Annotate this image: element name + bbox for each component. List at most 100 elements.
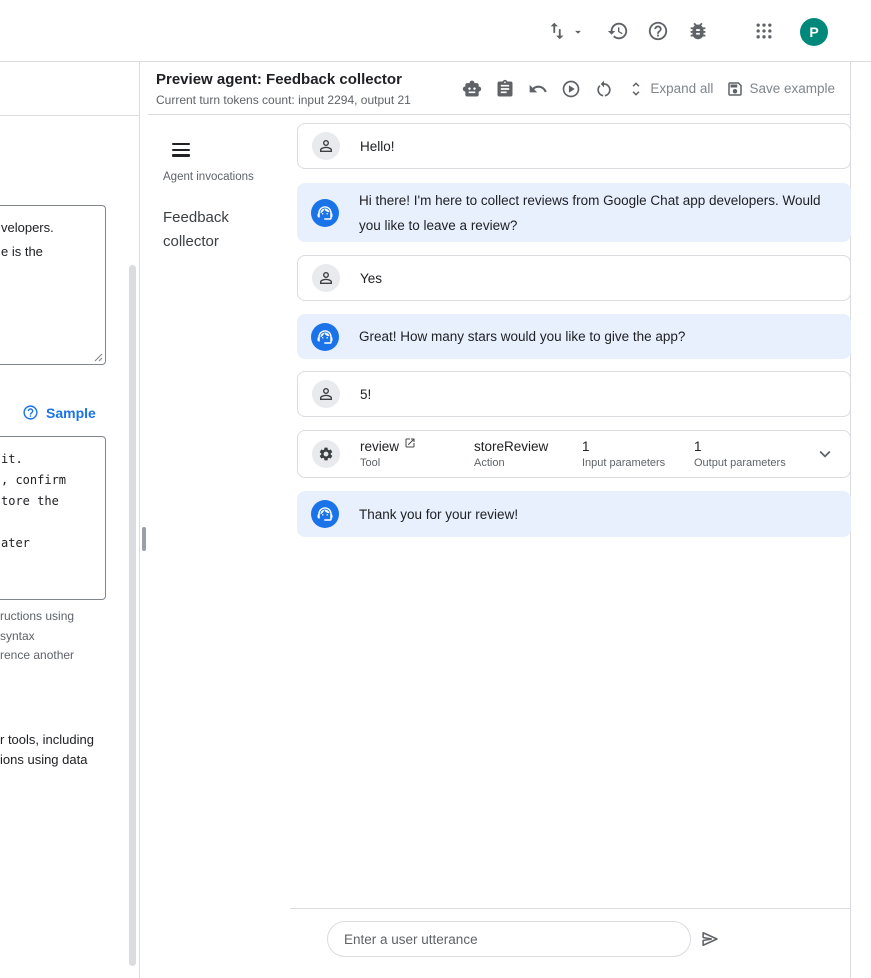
- action-name: storeReview: [474, 439, 582, 454]
- tool-name: review: [360, 439, 399, 454]
- play-button[interactable]: [561, 79, 581, 99]
- unfold-more-icon: [627, 80, 645, 98]
- tool-type-label: Tool: [360, 457, 474, 469]
- agent-settings-panel: velopers. e is the Sample it. , confirm …: [0, 62, 140, 978]
- hint-line: ructions using: [0, 607, 74, 627]
- history-icon: [607, 20, 629, 42]
- token-count-subtitle: Current turn tokens count: input 2294, o…: [156, 93, 411, 107]
- save-example-label: Save example: [749, 81, 835, 96]
- clipboard-icon: [495, 79, 515, 99]
- tools-note: r tools, including ions using data: [0, 730, 94, 770]
- expand-tool-button[interactable]: [814, 443, 836, 465]
- user-message: 5!: [297, 371, 851, 417]
- user-message: Hello!: [297, 123, 851, 169]
- input-params-count: 1: [582, 439, 694, 454]
- hint-line: rence another: [0, 646, 74, 666]
- input-divider: [290, 908, 851, 909]
- agent-avatar-icon: [311, 500, 339, 528]
- expand-all-label: Expand all: [650, 81, 713, 96]
- sample-link[interactable]: Sample: [46, 405, 96, 421]
- message-text: Hello!: [360, 134, 395, 159]
- message-text: Hi there! I'm here to collect reviews fr…: [359, 188, 827, 238]
- instruction-text-line: , confirm: [1, 470, 101, 491]
- panel-resize-handle[interactable]: [142, 527, 146, 551]
- app-window: P velopers. e is the Sample it. , confir…: [0, 0, 871, 978]
- save-icon: [726, 80, 744, 98]
- output-params-label: Output parameters: [694, 457, 814, 469]
- note-line: ions using data: [0, 750, 94, 770]
- tool-invocation-card[interactable]: review Tool storeReview Action 1: [297, 430, 851, 478]
- robot-icon: [462, 79, 482, 99]
- help-button[interactable]: [647, 20, 669, 42]
- undo-button[interactable]: [528, 79, 548, 99]
- tool-gear-icon: [312, 440, 340, 468]
- message-text: Great! How many stars would you like to …: [359, 324, 685, 349]
- user-avatar-icon: [312, 264, 340, 292]
- user-avatar-icon: [312, 132, 340, 160]
- input-params-label: Input parameters: [582, 457, 694, 469]
- open-tool-button[interactable]: [404, 437, 416, 449]
- send-button[interactable]: [699, 928, 721, 950]
- instruction-text-line: tore the: [1, 491, 101, 512]
- restart-button[interactable]: [594, 79, 614, 99]
- preview-header: Preview agent: Feedback collector Curren…: [148, 62, 850, 115]
- preview-title: Preview agent: Feedback collector: [156, 71, 402, 88]
- save-example-button[interactable]: Save example: [726, 80, 835, 98]
- instructions-textarea[interactable]: it. , confirm tore the ater: [0, 436, 106, 600]
- agent-message: Great! How many stars would you like to …: [297, 314, 851, 359]
- copy-conversation-button[interactable]: [495, 79, 515, 99]
- bug-report-button[interactable]: [687, 20, 709, 42]
- account-avatar[interactable]: P: [800, 18, 828, 46]
- hint-line: syntax: [0, 627, 74, 647]
- help-circle-icon: [22, 404, 39, 421]
- goal-text-line: e is the: [1, 240, 97, 264]
- agent-message: Thank you for your review!: [297, 491, 851, 537]
- history-button[interactable]: [607, 20, 629, 42]
- goal-text-line: velopers.: [1, 216, 97, 240]
- scrollbar-thumb[interactable]: [129, 265, 136, 966]
- agent-debug-button[interactable]: [462, 79, 482, 99]
- action-label: Action: [474, 457, 582, 469]
- user-avatar-icon: [312, 380, 340, 408]
- hamburger-icon: [172, 143, 190, 157]
- section-divider: [0, 115, 140, 116]
- import-export-button[interactable]: [546, 20, 568, 42]
- apps-grid-icon: [754, 21, 774, 41]
- menu-button[interactable]: [172, 143, 190, 157]
- output-params-count: 1: [694, 439, 814, 454]
- open-in-new-icon: [404, 437, 416, 449]
- restart-icon: [594, 79, 614, 99]
- message-text: Thank you for your review!: [359, 502, 518, 527]
- instruction-text-line: it.: [1, 449, 101, 470]
- topbar: P: [0, 0, 871, 62]
- agent-avatar-icon: [311, 323, 339, 351]
- instruction-text-line: ater: [1, 533, 101, 554]
- user-message: Yes: [297, 255, 851, 301]
- message-text: Yes: [360, 266, 382, 291]
- play-circle-icon: [561, 79, 581, 99]
- preview-panel: Preview agent: Feedback collector Curren…: [148, 62, 851, 978]
- preview-toolbar: Expand all Save example: [462, 62, 835, 115]
- goal-textarea[interactable]: velopers. e is the: [0, 205, 106, 365]
- chevron-down-icon: [814, 443, 836, 465]
- import-export-icon: [546, 20, 568, 42]
- invocations-heading: Agent invocations: [163, 171, 254, 183]
- undo-icon: [528, 79, 548, 99]
- message-text: 5!: [360, 382, 371, 407]
- utterance-input[interactable]: [327, 921, 691, 957]
- agent-avatar-icon: [311, 199, 339, 227]
- apps-grid-button[interactable]: [754, 21, 774, 41]
- sample-row: Sample: [22, 404, 96, 421]
- instruction-text-line: [1, 512, 101, 533]
- invocation-item-feedback-collector[interactable]: Feedback collector: [163, 206, 275, 254]
- agent-message: Hi there! I'm here to collect reviews fr…: [297, 183, 851, 242]
- instructions-hint: ructions using syntax rence another: [0, 607, 74, 666]
- send-icon: [699, 928, 721, 950]
- help-icon: [647, 20, 669, 42]
- import-export-dropdown-button[interactable]: [571, 25, 585, 39]
- bug-report-icon: [687, 20, 709, 42]
- dropdown-caret-icon: [571, 25, 585, 39]
- expand-all-button[interactable]: Expand all: [627, 80, 713, 98]
- resize-handle-icon[interactable]: [94, 353, 103, 362]
- note-line: r tools, including: [0, 730, 94, 750]
